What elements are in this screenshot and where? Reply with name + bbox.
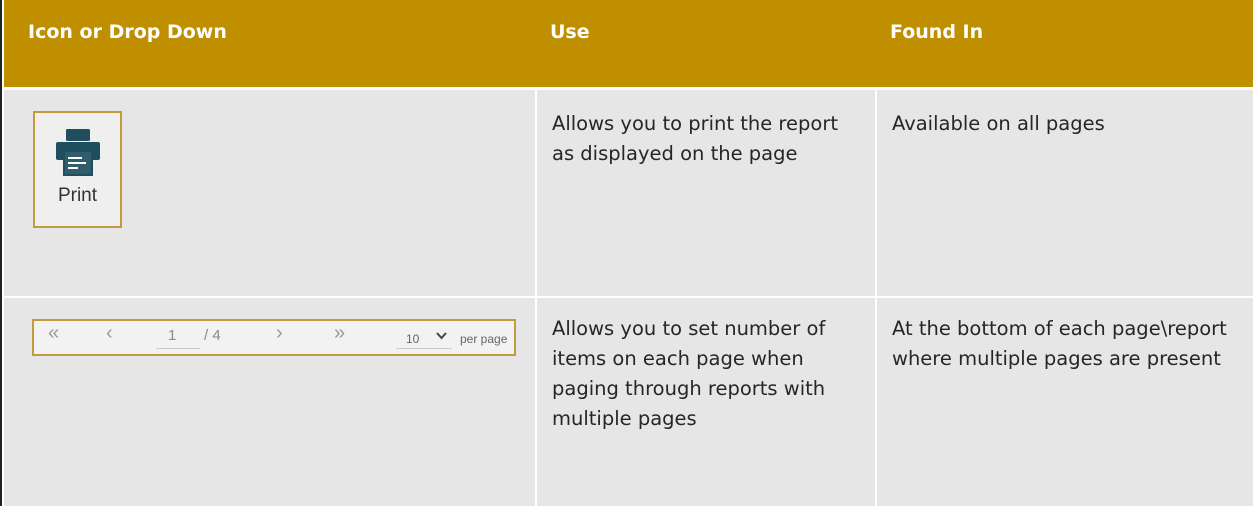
per-page-underline — [396, 348, 452, 349]
use-text: Allows you to set number of items on eac… — [552, 317, 826, 430]
chevron-down-icon[interactable] — [436, 332, 447, 340]
total-pages: / 4 — [204, 327, 221, 344]
print-button[interactable]: Print — [33, 111, 122, 228]
next-page-icon[interactable]: › — [276, 323, 283, 343]
per-page-label: per page — [460, 332, 508, 346]
first-page-icon[interactable]: « — [48, 323, 59, 343]
found-in-text: At the bottom of each page\report where … — [892, 317, 1227, 370]
per-page-select[interactable]: 10 — [406, 329, 419, 349]
print-label: Print — [57, 185, 98, 206]
previous-page-icon[interactable]: ‹ — [106, 323, 113, 343]
pagination-bar: « ‹ 1 / 4 › » 10 per page — [32, 319, 516, 356]
column-divider — [535, 90, 537, 506]
help-table: Icon or Drop Down Use Found In Print All… — [0, 0, 1253, 506]
current-page-input[interactable]: 1 — [168, 326, 176, 346]
found-in-text: Available on all pages — [892, 112, 1105, 135]
last-page-icon[interactable]: » — [334, 323, 345, 343]
table-row: Print Allows you to print the report as … — [4, 90, 1253, 296]
use-text: Allows you to print the report as displa… — [552, 112, 838, 165]
table-row: « ‹ 1 / 4 › » 10 per page Allows you to … — [4, 298, 1253, 506]
header-use: Use — [550, 21, 590, 43]
current-page-underline — [156, 348, 200, 349]
printer-icon — [56, 129, 100, 176]
column-divider — [875, 90, 877, 506]
header-icon-or-dropdown: Icon or Drop Down — [28, 21, 227, 43]
table-header-row: Icon or Drop Down Use Found In — [4, 0, 1253, 87]
header-found-in: Found In — [890, 21, 984, 43]
